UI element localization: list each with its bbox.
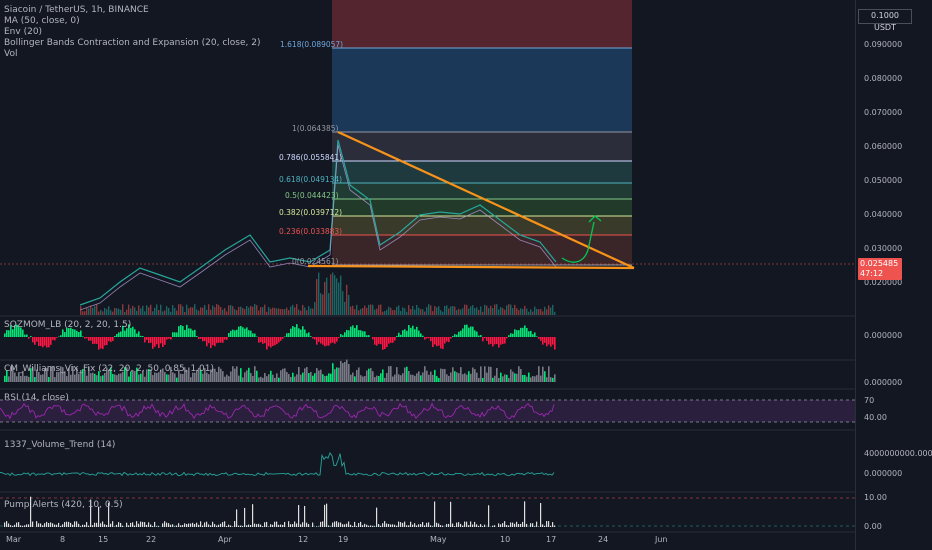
vtrend-axis-mid: 0.000000 xyxy=(864,469,903,478)
time-tick: 10 xyxy=(500,535,511,544)
price-label: 0.050000 xyxy=(864,176,903,185)
fib-label-0382: 0.382(0.039712) xyxy=(279,208,343,217)
time-tick: 24 xyxy=(598,535,609,544)
price-label: 0.070000 xyxy=(864,108,903,117)
chart-legend: Siacoin / TetherUS, 1h, BINANCE MA (50, … xyxy=(4,4,260,59)
volume-bars xyxy=(80,272,556,315)
chart-canvas[interactable] xyxy=(0,0,932,550)
vix-axis-label: 0.000000 xyxy=(864,378,903,387)
time-tick: Jun xyxy=(655,535,668,544)
fib-zones xyxy=(332,0,632,266)
pane-separators xyxy=(0,315,932,533)
vtrend-axis-hi: 4000000000.000000 xyxy=(864,449,932,458)
time-tick: 22 xyxy=(146,535,157,544)
price-scale-box[interactable]: 0.1000 USDT xyxy=(858,9,912,32)
price-label: 0.030000 xyxy=(864,244,903,253)
fib-label-05: 0.5(0.044423) xyxy=(285,191,339,200)
pane-title-vix[interactable]: CM_Williams_Vix_Fix (22, 20, 2, 50, 0.85… xyxy=(4,364,214,374)
time-tick: 8 xyxy=(60,535,66,544)
price-label: 0.040000 xyxy=(864,210,903,219)
study-vol[interactable]: Vol xyxy=(4,48,260,59)
fib-label-0: 0(0.024561) xyxy=(292,257,339,266)
price-label: 0.090000 xyxy=(864,40,903,49)
rsi-band xyxy=(0,400,855,422)
current-price-tag: 0.025485 47:12 xyxy=(858,258,902,280)
fib-label-0618: 0.618(0.049134) xyxy=(279,175,343,184)
pane-title-rsi[interactable]: RSI (14, close) xyxy=(4,393,69,403)
time-tick: 15 xyxy=(98,535,109,544)
sqz-axis-label: 0.000000 xyxy=(864,331,903,340)
time-tick: 19 xyxy=(338,535,349,544)
fib-label-1618: 1.618(0.089057) xyxy=(280,40,344,49)
pump-axis-hi: 10.00 xyxy=(864,493,887,502)
pane-title-sqzmom[interactable]: SQZMOM_LB (20, 2, 20, 1.5) xyxy=(4,320,131,330)
pane-title-vtrend[interactable]: 1337_Volume_Trend (14) xyxy=(4,440,115,450)
price-label: 0.080000 xyxy=(864,74,903,83)
fib-label-1: 1(0.064385) xyxy=(292,124,339,133)
time-tick: Mar xyxy=(6,535,22,544)
price-label: 0.060000 xyxy=(864,142,903,151)
volume-trend-line xyxy=(0,452,555,477)
study-env[interactable]: Env (20) xyxy=(4,26,260,37)
bar-countdown: 47:12 xyxy=(860,269,884,278)
time-tick: May xyxy=(430,535,447,544)
symbol-title[interactable]: Siacoin / TetherUS, 1h, BINANCE xyxy=(4,4,260,15)
time-tick: 17 xyxy=(546,535,557,544)
study-bbce[interactable]: Bollinger Bands Contraction and Expansio… xyxy=(4,37,260,48)
fib-label-0786: 0.786(0.055841) xyxy=(279,153,343,162)
current-price-value: 0.025485 xyxy=(860,259,899,268)
time-tick: 12 xyxy=(298,535,309,544)
study-ma[interactable]: MA (50, close, 0) xyxy=(4,15,260,26)
time-tick: Apr xyxy=(218,535,232,544)
pump-axis-lo: 0.00 xyxy=(864,522,882,531)
pane-title-pump[interactable]: Pump Alerts (420, 10, 0.5) xyxy=(4,500,123,510)
rsi-axis-mid: 40.00 xyxy=(864,413,887,422)
rsi-axis-hi: 70 xyxy=(864,396,875,405)
fib-label-0236: 0.236(0.033883) xyxy=(279,227,343,236)
